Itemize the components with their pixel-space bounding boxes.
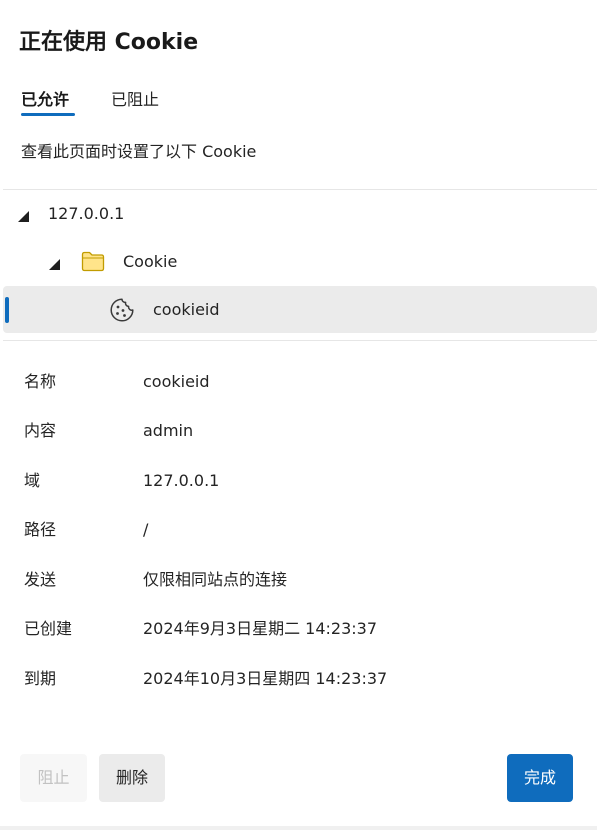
cookie-icon	[109, 297, 135, 327]
expanded-triangle-icon[interactable]	[17, 208, 30, 227]
tree-item-cookieid[interactable]: cookieid	[3, 286, 597, 333]
detail-name-value: cookieid	[143, 372, 210, 391]
cookies-in-use-dialog: 正在使用 Cookie 已允许 已阻止 查看此页面时设置了以下 Cookie 1…	[0, 0, 597, 826]
delete-button[interactable]: 删除	[99, 754, 165, 802]
detail-created-value: 2024年9月3日星期二 14:23:37	[143, 619, 378, 638]
tree-bottom-divider	[3, 340, 597, 341]
tree-item-cookie-folder[interactable]: Cookie	[3, 238, 597, 285]
detail-expires-label: 到期	[24, 669, 57, 688]
done-button[interactable]: 完成	[507, 754, 573, 802]
tab-blocked[interactable]: 已阻止	[111, 89, 159, 111]
dialog-subtitle: 查看此页面时设置了以下 Cookie	[21, 142, 257, 161]
tab-selected-indicator	[21, 113, 75, 116]
tree-item-site-label: 127.0.0.1	[48, 204, 125, 223]
tab-allowed-label: 已允许	[21, 90, 70, 109]
detail-content-value: admin	[143, 421, 194, 440]
block-button[interactable]: 阻止	[20, 754, 87, 802]
tree-item-site[interactable]: 127.0.0.1	[3, 190, 597, 237]
detail-path-value: /	[143, 520, 149, 539]
detail-path-label: 路径	[24, 520, 57, 539]
detail-content-label: 内容	[24, 421, 57, 440]
detail-domain-value: 127.0.0.1	[143, 471, 220, 490]
tree-item-cookieid-label: cookieid	[153, 300, 220, 319]
folder-icon	[80, 249, 106, 277]
bottom-edge	[0, 826, 597, 830]
expanded-triangle-icon[interactable]	[48, 256, 61, 275]
detail-send-for-value: 仅限相同站点的连接	[143, 570, 288, 589]
detail-name-label: 名称	[24, 372, 57, 391]
tab-blocked-label: 已阻止	[111, 90, 160, 109]
tree-item-cookie-folder-label: Cookie	[123, 252, 178, 271]
detail-send-for-label: 发送	[24, 570, 57, 589]
dialog-title: 正在使用 Cookie	[19, 30, 199, 55]
detail-expires-value: 2024年10月3日星期四 14:23:37	[143, 669, 388, 688]
tab-allowed[interactable]: 已允许	[21, 89, 75, 116]
detail-created-label: 已创建	[24, 619, 73, 638]
detail-domain-label: 域	[24, 471, 41, 490]
selection-indicator	[5, 297, 9, 323]
